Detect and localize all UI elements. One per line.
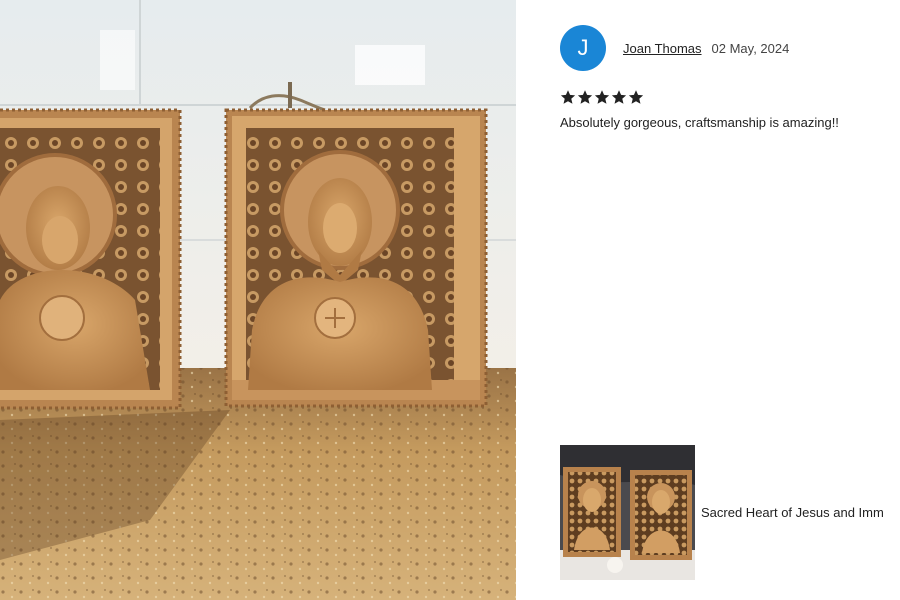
review-photo[interactable]: [0, 0, 516, 600]
star-icon: [560, 90, 576, 104]
review-photo-image: [0, 0, 516, 600]
review-card: J Joan Thomas 02 May, 2024 Absolutely go…: [0, 0, 900, 600]
star-icon: [628, 90, 644, 104]
purchased-item-link[interactable]: Sacred Heart of Jesus and Imm: [560, 445, 900, 580]
purchased-item-title[interactable]: Sacred Heart of Jesus and Imm: [701, 505, 884, 520]
reviewer-name-link[interactable]: Joan Thomas: [623, 41, 702, 56]
review-panel: J Joan Thomas 02 May, 2024 Absolutely go…: [560, 0, 900, 600]
star-icon: [577, 90, 593, 104]
star-rating: [560, 89, 644, 105]
review-text: Absolutely gorgeous, craftsmanship is am…: [560, 115, 839, 130]
star-icon: [611, 90, 627, 104]
avatar[interactable]: J: [560, 25, 606, 71]
star-icon: [594, 90, 610, 104]
item-thumbnail-image: [560, 445, 695, 580]
reviewer-header: J Joan Thomas 02 May, 2024: [560, 25, 789, 71]
review-date: 02 May, 2024: [711, 40, 790, 56]
purchased-item-thumbnail[interactable]: [560, 445, 695, 580]
